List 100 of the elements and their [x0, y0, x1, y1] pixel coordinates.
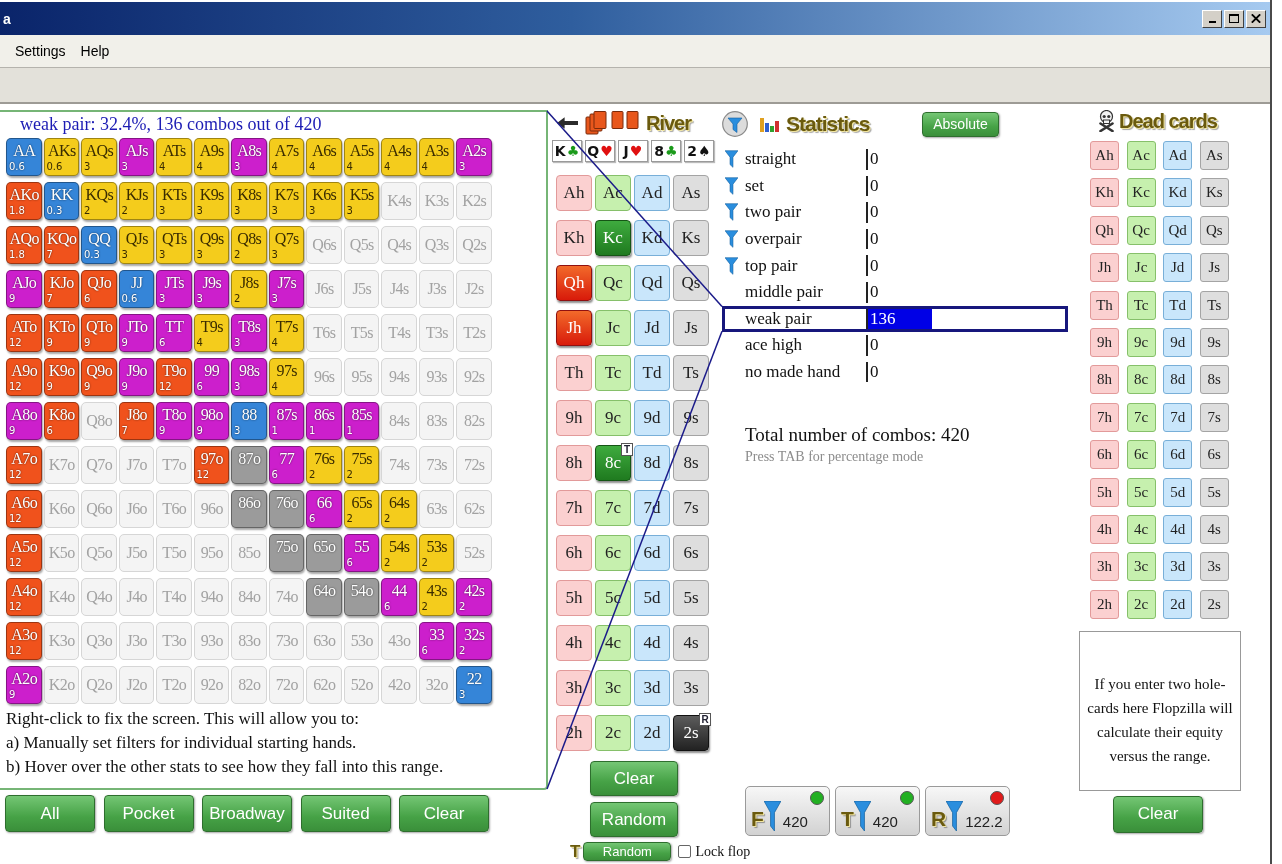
stat-row[interactable]: ace high 0	[722, 332, 1068, 359]
hand-cell[interactable]: KQo 7	[43, 226, 79, 264]
hand-cell[interactable]: 33 6	[418, 622, 454, 660]
card-button[interactable]: 2d	[1163, 589, 1193, 619]
hand-cell[interactable]: K9s 3	[193, 182, 229, 220]
card-button[interactable]: Qh	[1090, 215, 1119, 245]
card-button[interactable]: 5c	[595, 580, 631, 616]
hand-cell[interactable]: A3o 12	[6, 622, 42, 660]
hand-cell[interactable]: A2o 9	[6, 666, 42, 704]
card-button[interactable]: 5h	[1090, 477, 1119, 507]
card-button[interactable]: Qh	[556, 265, 592, 301]
card-button[interactable]: 6c	[595, 535, 631, 571]
card-button[interactable]: 3c	[1126, 552, 1156, 582]
hand-cell[interactable]: J3s	[418, 270, 454, 308]
street-filter-button[interactable]: T 420	[835, 786, 920, 836]
hand-cell[interactable]: T2o	[156, 666, 192, 704]
hand-cell[interactable]: J6s	[306, 270, 342, 308]
hand-cell[interactable]: J4s	[381, 270, 417, 308]
hand-cell[interactable]: AJs 3	[118, 138, 154, 176]
hand-cell[interactable]: A7o 12	[6, 446, 42, 484]
hand-cell[interactable]: 86o	[231, 490, 267, 528]
hand-cell[interactable]: QJo 6	[81, 270, 117, 308]
hand-cell[interactable]: K7o	[43, 446, 79, 484]
hand-cell[interactable]: Q7s 3	[268, 226, 304, 264]
card-button[interactable]: Qd	[1163, 215, 1193, 245]
card-button[interactable]: Kh	[1090, 178, 1119, 208]
funnel-icon[interactable]	[725, 176, 738, 195]
card-button[interactable]: Js	[673, 310, 709, 346]
card-button[interactable]: 3s	[1199, 552, 1229, 582]
card-button[interactable]: 6h	[1090, 440, 1119, 470]
hand-cell[interactable]: J9o 9	[118, 358, 154, 396]
range-button[interactable]: Broadway	[202, 795, 292, 832]
card-button[interactable]: Ks	[1199, 178, 1229, 208]
hand-cell[interactable]: QJs 3	[118, 226, 154, 264]
hand-cell[interactable]: AA 0.6	[6, 138, 42, 176]
card-button[interactable]: Jc	[1126, 253, 1156, 283]
card-button[interactable]: 5h	[556, 580, 592, 616]
hand-cell[interactable]: 98s 3	[231, 358, 267, 396]
hand-cell[interactable]: KTo 9	[43, 314, 79, 352]
stat-row[interactable]: middle pair 0	[722, 278, 1068, 306]
card-button[interactable]: Ts	[1199, 290, 1229, 320]
card-button[interactable]: Th	[556, 355, 592, 391]
range-button[interactable]: Suited	[300, 795, 391, 832]
hand-cell[interactable]: 96o	[193, 490, 229, 528]
hand-cell[interactable]: 98o 9	[193, 402, 229, 440]
card-button[interactable]: 3c	[595, 670, 631, 706]
card-button[interactable]: Kc	[595, 220, 631, 256]
hand-cell[interactable]: 87s 1	[268, 402, 304, 440]
hand-cell[interactable]: ATs 4	[156, 138, 192, 176]
hand-cell[interactable]: 75s 2	[343, 446, 379, 484]
hand-cell[interactable]: J8o 7	[118, 402, 154, 440]
card-button[interactable]: Jh	[1090, 253, 1119, 283]
card-button[interactable]: 8d	[1163, 365, 1193, 395]
hand-cell[interactable]: TT 6	[156, 314, 192, 352]
hand-cell[interactable]: QTs 3	[156, 226, 192, 264]
menu-item[interactable]: Settings	[15, 42, 66, 60]
stat-row[interactable]: straight 0	[722, 146, 1068, 173]
hand-cell[interactable]: 86s 1	[306, 402, 342, 440]
hand-cell[interactable]: QTo 9	[81, 314, 117, 352]
hand-cell[interactable]: T7o	[156, 446, 192, 484]
card-button[interactable]: 8s	[673, 445, 709, 481]
hand-cell[interactable]: K4o	[43, 578, 79, 616]
hand-cell[interactable]: J2o	[118, 666, 154, 704]
hand-cell[interactable]: Q7o	[81, 446, 117, 484]
stat-row[interactable]: top pair 0	[722, 252, 1068, 279]
hand-cell[interactable]: 53o	[343, 622, 379, 660]
hand-cell[interactable]: T6o	[156, 490, 192, 528]
hand-cell[interactable]: Q5s	[343, 226, 379, 264]
card-button[interactable]: 7d	[1163, 402, 1193, 432]
hand-cell[interactable]: 65o	[306, 534, 342, 572]
card-button[interactable]: Qc	[1126, 215, 1156, 245]
hand-cell[interactable]: A7s 4	[268, 138, 304, 176]
card-button[interactable]: Kh	[556, 220, 592, 256]
card-button[interactable]: Ah	[1090, 141, 1119, 170]
card-button[interactable]: 4s	[673, 625, 709, 661]
hand-cell[interactable]: 52s	[456, 534, 492, 572]
hand-cell[interactable]: 95s	[343, 358, 379, 396]
hand-cell[interactable]: A4s 4	[381, 138, 417, 176]
hand-cell[interactable]: AQo 1.8	[6, 226, 42, 264]
hand-cell[interactable]: 72s	[456, 446, 492, 484]
hand-cell[interactable]: 63o	[306, 622, 342, 660]
card-button[interactable]: Ac	[595, 175, 631, 211]
card-button[interactable]: 6d	[634, 535, 670, 571]
hand-cell[interactable]: KJo 7	[43, 270, 79, 308]
card-button[interactable]: 6s	[1199, 440, 1229, 470]
hand-cell[interactable]: JJ 0.6	[118, 270, 154, 308]
hand-cell[interactable]: J7o	[118, 446, 154, 484]
hand-cell[interactable]: 84s	[381, 402, 417, 440]
card-button[interactable]: Td	[634, 355, 670, 391]
hand-cell[interactable]: 88 3	[231, 402, 267, 440]
card-button[interactable]: 4h	[1090, 514, 1119, 544]
card-button[interactable]: 3h	[1090, 552, 1119, 582]
hand-cell[interactable]: 72o	[268, 666, 304, 704]
hand-cell[interactable]: 53s 2	[418, 534, 454, 572]
card-button[interactable]: 9s	[1199, 327, 1229, 357]
hand-cell[interactable]: 65s 2	[343, 490, 379, 528]
funnel-icon[interactable]	[725, 203, 738, 222]
hand-cell[interactable]: T4o	[156, 578, 192, 616]
hand-cell[interactable]: 42o	[381, 666, 417, 704]
hand-cell[interactable]: J3o	[118, 622, 154, 660]
